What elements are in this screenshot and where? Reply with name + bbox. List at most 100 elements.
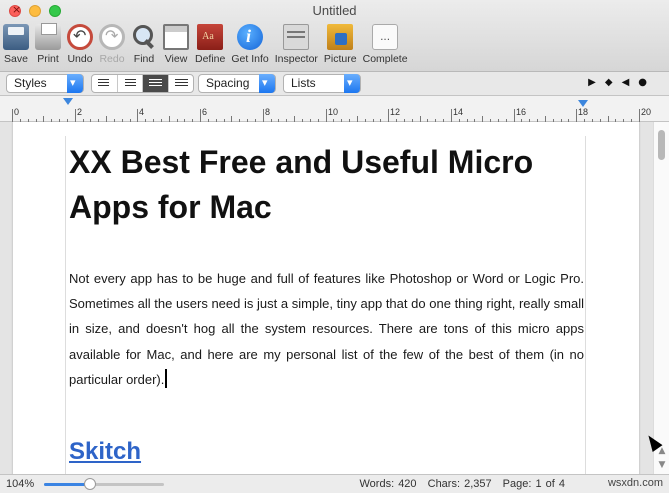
scroll-down-arrow-icon[interactable]: ▼ [654, 460, 669, 474]
save-button[interactable]: Save [0, 22, 32, 68]
redo-button[interactable]: Redo [96, 22, 128, 68]
status-bar: 104% Words: 420 Chars: 2,357 Page: 1 of … [0, 474, 669, 493]
picture-icon [327, 24, 354, 50]
lists-popup-label: Lists [291, 76, 316, 90]
window-titlebar: Untitled Save Print Undo Redo Find View [0, 0, 669, 72]
center-tab-button[interactable]: ◆ [605, 77, 613, 88]
info-icon [237, 24, 264, 50]
ruler-tick [12, 109, 13, 122]
text-frame[interactable]: XX Best Free and Useful Micro Apps for M… [65, 136, 586, 474]
undo-label: Undo [67, 53, 93, 65]
alignment-control [91, 74, 194, 93]
undo-button[interactable]: Undo [64, 22, 96, 68]
print-button[interactable]: Print [32, 22, 64, 68]
ruler-number: 18 [578, 107, 589, 117]
align-right-button[interactable] [169, 75, 194, 92]
ruler-number: 16 [516, 107, 527, 117]
view-button[interactable]: View [160, 22, 192, 68]
ruler-tick [514, 109, 515, 122]
ruler-tick [75, 109, 76, 122]
ruler-scale: 0 2 4 6 8 10 12 14 16 18 20 [12, 107, 651, 122]
magnifier-icon [131, 24, 157, 50]
find-label: Find [133, 53, 155, 65]
zoom-slider-fill [44, 483, 90, 486]
chevron-down-icon [259, 74, 275, 93]
watermark: wsxdn.com [607, 477, 663, 489]
spacing-popup-label: Spacing [206, 76, 250, 90]
ruler[interactable]: 0 2 4 6 8 10 12 14 16 18 20 [0, 96, 669, 122]
chevron-down-icon [67, 74, 83, 93]
complete-icon [372, 24, 399, 50]
align-left-icon [98, 79, 109, 88]
ruler-tick [326, 109, 327, 122]
ruler-tick [137, 109, 138, 122]
ruler-tick [451, 109, 452, 122]
document-stats: Words: 420 Chars: 2,357 Page: 1 of 4 [353, 478, 566, 490]
section-heading-link[interactable]: Skitch [69, 438, 141, 466]
zoom-slider-knob[interactable] [83, 478, 96, 490]
define-label: Define [195, 53, 226, 65]
align-justify-button[interactable] [143, 75, 169, 92]
align-right-icon [174, 79, 188, 88]
ruler-number: 8 [265, 107, 271, 117]
picture-label: Picture [323, 53, 357, 65]
ruler-tick [639, 109, 640, 122]
document-title[interactable]: XX Best Free and Useful Micro Apps for M… [69, 140, 569, 230]
char-count: Chars: 2,357 [427, 478, 492, 490]
chevron-down-icon [344, 74, 360, 93]
ruler-number: 4 [139, 107, 145, 117]
undo-icon [67, 24, 93, 50]
right-indent-marker[interactable] [578, 100, 588, 107]
ruler-tick [200, 109, 201, 122]
left-indent-marker[interactable] [63, 98, 73, 105]
inspector-label: Inspector [274, 53, 318, 65]
ruler-tab-controls: ▶ ◆ ◀ ● [588, 77, 647, 88]
align-center-icon [124, 79, 136, 88]
ruler-tick [576, 109, 577, 122]
toolbar: Save Print Undo Redo Find View Define G [0, 22, 411, 72]
vertical-scrollbar[interactable]: ▲ ▼ [653, 122, 669, 474]
format-bar: Styles Spacing Lists ▶ ◆ ◀ ● [0, 72, 669, 96]
text-caret [165, 368, 168, 388]
ruler-number: 14 [453, 107, 464, 117]
ruler-number: 20 [641, 107, 652, 117]
define-button[interactable]: Define [192, 22, 228, 68]
left-tab-button[interactable]: ▶ [588, 77, 596, 88]
align-left-button[interactable] [92, 75, 118, 92]
lists-popup[interactable]: Lists [283, 74, 361, 93]
redo-label: Redo [99, 53, 125, 65]
page-indicator: Page: 1 of 4 [502, 478, 565, 490]
find-button[interactable]: Find [128, 22, 160, 68]
styles-popup-label: Styles [14, 76, 47, 90]
ruler-tick [263, 109, 264, 122]
ruler-number: 10 [328, 107, 339, 117]
ruler-tick [388, 109, 389, 122]
scrollbar-thumb[interactable] [658, 130, 665, 160]
ruler-number: 6 [202, 107, 208, 117]
ruler-number: 2 [77, 107, 83, 117]
styles-popup[interactable]: Styles [6, 74, 84, 93]
get-info-button[interactable]: Get Info [228, 22, 271, 68]
picture-button[interactable]: Picture [321, 22, 360, 68]
get-info-label: Get Info [231, 53, 269, 65]
printer-icon [35, 23, 61, 50]
save-icon [3, 24, 29, 50]
zoom-slider[interactable] [44, 478, 164, 490]
inspector-icon [283, 24, 310, 50]
view-label: View [164, 53, 188, 65]
complete-label: Complete [362, 53, 408, 65]
ruler-number: 0 [14, 107, 20, 117]
decimal-tab-button[interactable]: ● [638, 77, 647, 88]
document-page[interactable]: XX Best Free and Useful Micro Apps for M… [13, 122, 639, 474]
document-body[interactable]: Not every app has to be huge and full of… [69, 266, 584, 392]
print-label: Print [37, 53, 59, 65]
align-justify-icon [149, 79, 162, 88]
align-center-button[interactable] [118, 75, 143, 92]
document-area: XX Best Free and Useful Micro Apps for M… [0, 122, 669, 474]
complete-button[interactable]: Complete [360, 22, 411, 68]
dictionary-icon [197, 24, 224, 50]
inspector-button[interactable]: Inspector [272, 22, 321, 68]
spacing-popup[interactable]: Spacing [198, 74, 276, 93]
zoom-level: 104% [6, 478, 35, 490]
right-tab-button[interactable]: ◀ [622, 77, 630, 88]
